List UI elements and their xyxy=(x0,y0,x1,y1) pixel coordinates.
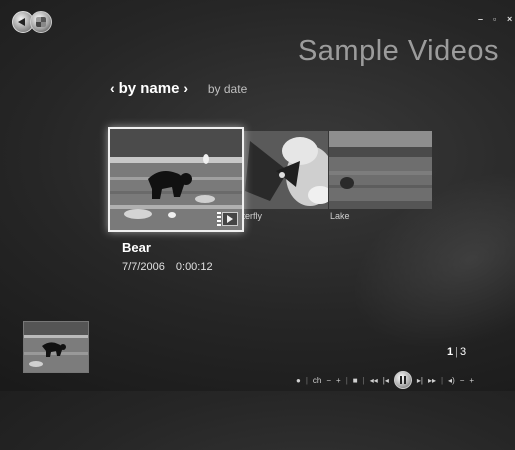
maximize-button[interactable]: ▫ xyxy=(493,14,496,24)
page-indicator: 1 | 3 xyxy=(447,346,466,358)
video-thumbnail-lake[interactable] xyxy=(329,131,432,209)
pause-icon[interactable] xyxy=(393,371,412,389)
video-date: 7/7/2006 xyxy=(122,261,165,273)
divider: | xyxy=(345,375,348,385)
fast-forward-button[interactable]: ▸▸ xyxy=(428,376,436,385)
page-current: 1 xyxy=(447,346,454,358)
previous-button[interactable]: |◂ xyxy=(383,376,389,385)
stop-button[interactable]: ■ xyxy=(353,376,358,385)
channel-up-button[interactable]: + xyxy=(336,376,341,385)
transport-controls: ● | ch − + | ■ | ◂◂ |◂ ▸| ▸▸ | ◂) − + xyxy=(296,371,474,389)
next-button[interactable]: ▸| xyxy=(417,376,423,385)
divider: | xyxy=(305,375,308,385)
channel-down-button[interactable]: − xyxy=(326,376,331,385)
video-thumbnail-bear[interactable] xyxy=(108,127,244,232)
caption-lake: Lake xyxy=(330,211,350,221)
butterfly-image xyxy=(240,131,328,209)
volume-up-button[interactable]: + xyxy=(469,376,474,385)
channel-label: ch xyxy=(312,375,322,385)
video-thumbnail-butterfly[interactable] xyxy=(240,131,328,209)
lake-image xyxy=(329,131,432,209)
divider: | xyxy=(362,375,365,385)
record-button[interactable]: ● xyxy=(296,376,301,385)
volume-down-button[interactable]: − xyxy=(460,376,465,385)
close-button[interactable]: × xyxy=(507,14,512,24)
page-title: Sample Videos xyxy=(297,35,499,67)
play-icon[interactable] xyxy=(222,212,238,226)
sort-by-name[interactable]: by name xyxy=(119,80,180,97)
sort-selector: ‹ by name › by date xyxy=(110,80,247,97)
now-playing-image xyxy=(24,322,88,372)
video-duration: 0:00:12 xyxy=(175,261,213,273)
page-total: 3 xyxy=(459,346,467,358)
sort-prev-arrow[interactable]: ‹ xyxy=(110,80,115,96)
background-light-streak xyxy=(209,69,515,450)
more-options-icon[interactable] xyxy=(217,212,221,226)
selected-video-title: Bear xyxy=(122,240,151,255)
rewind-button[interactable]: ◂◂ xyxy=(370,376,378,385)
sort-by-date[interactable]: by date xyxy=(208,82,247,96)
divider: | xyxy=(440,375,444,385)
selected-video-meta: 7/7/2006 0:00:12 xyxy=(122,261,213,273)
mute-button[interactable]: ◂) xyxy=(448,376,455,385)
minimize-button[interactable]: – xyxy=(478,14,483,24)
windows-start-orb-icon[interactable] xyxy=(30,11,52,33)
page-separator: | xyxy=(455,346,458,358)
now-playing-preview[interactable] xyxy=(23,321,89,373)
sort-next-arrow[interactable]: › xyxy=(183,80,188,96)
